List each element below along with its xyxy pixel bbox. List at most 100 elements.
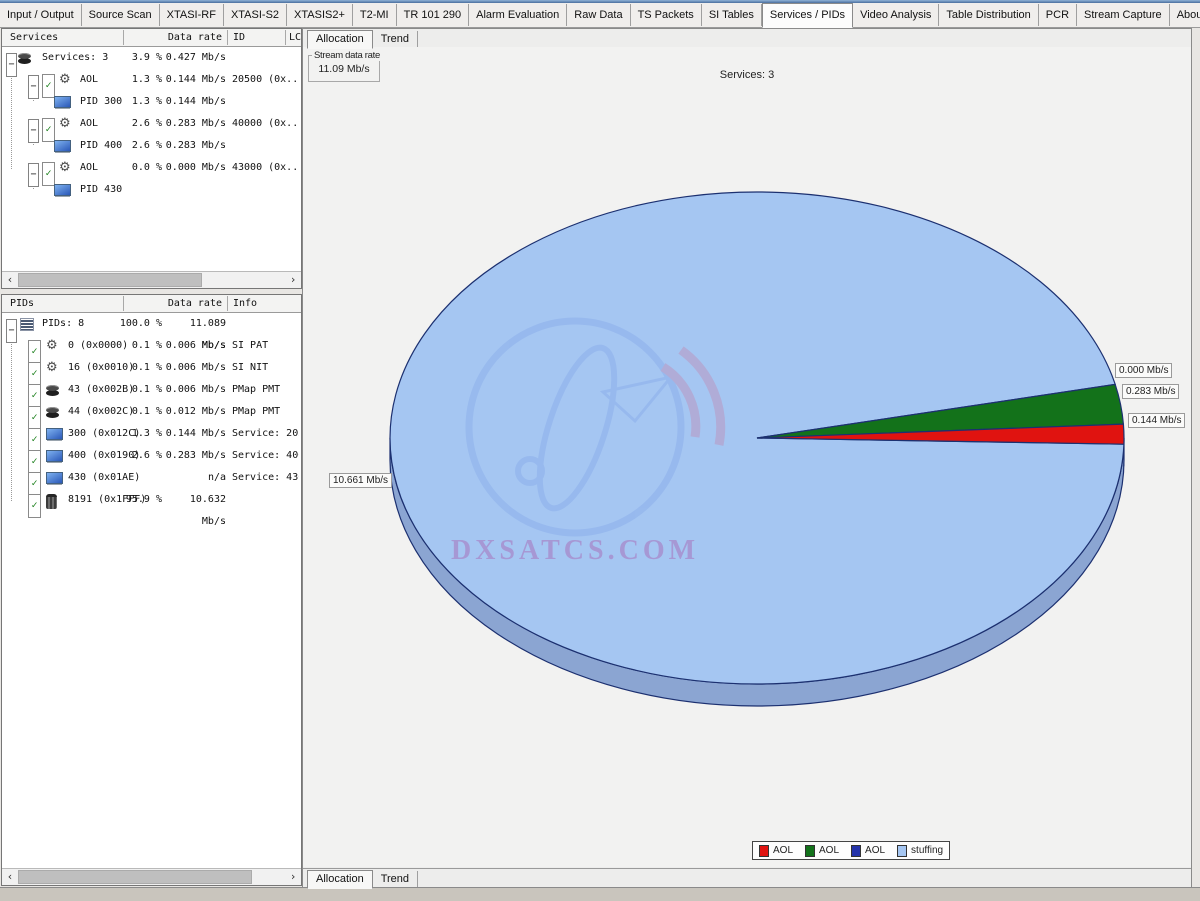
checkbox[interactable]: ✓ xyxy=(28,494,41,518)
row-rate: 0.283 Mb/s xyxy=(160,135,226,157)
tab-xtasi-s2[interactable]: XTASI-S2 xyxy=(224,4,287,26)
table-row[interactable]: PID 430 xyxy=(2,179,301,201)
tab-xtasis2plus[interactable]: XTASIS2+ xyxy=(287,4,353,26)
table-row[interactable]: − ✓ ⚙ AOL 1.3 % 0.144 Mb/s 20500 (0x... xyxy=(2,69,301,91)
tab-ts-packets[interactable]: TS Packets xyxy=(631,4,702,26)
row-rate: 0.012 Mb/s xyxy=(160,401,226,423)
table-row[interactable]: ✓ 300 (0x012C) 1.3 % 0.144 Mb/s Service:… xyxy=(2,423,301,445)
services-root-icon xyxy=(18,53,31,59)
row-info: PMap PMT xyxy=(232,379,299,401)
nit-gear-icon: ⚙ xyxy=(46,357,58,379)
callout-aol-green: 0.283 Mb/s xyxy=(1122,384,1179,399)
legend-swatch-green xyxy=(805,845,815,857)
pid-monitor-icon xyxy=(46,472,63,484)
row-label: AOL xyxy=(80,157,98,179)
legend-swatch-blue xyxy=(851,845,861,857)
table-row[interactable]: − Services: 3 3.9 % 0.427 Mb/s xyxy=(2,47,301,69)
tab-xtasi-rf[interactable]: XTASI-RF xyxy=(160,4,224,26)
row-percent: 1.3 % xyxy=(102,91,162,113)
scroll-right-button[interactable]: › xyxy=(285,869,301,885)
table-row[interactable]: − PIDs: 8 100.0 % 11.089 Mb/s xyxy=(2,313,301,335)
table-row[interactable]: ✓ 44 (0x002C) 0.1 % 0.012 Mb/s PMap PMT xyxy=(2,401,301,423)
column-separator[interactable] xyxy=(285,30,286,45)
callout-stuffing: 10.661 Mb/s xyxy=(329,473,392,488)
table-row[interactable]: PID 300 1.3 % 0.144 Mb/s xyxy=(2,91,301,113)
scroll-left-button[interactable]: ‹ xyxy=(2,272,18,288)
service-gear-icon: ⚙ xyxy=(59,157,71,179)
col-info[interactable]: Info xyxy=(233,295,293,312)
table-row[interactable]: ✓ ⚙ 0 (0x0000) 0.1 % 0.006 Mb/s SI PAT xyxy=(2,335,301,357)
tab-video-analysis[interactable]: Video Analysis xyxy=(853,4,939,26)
tab-allocation-bottom[interactable]: Allocation xyxy=(307,870,373,889)
pid-monitor-icon xyxy=(54,96,71,108)
row-percent: 100.0 % xyxy=(102,313,162,335)
pid-monitor-icon xyxy=(54,184,71,196)
stream-data-rate-box: Stream data rate 11.09 Mb/s xyxy=(308,55,380,82)
legend-label: AOL xyxy=(865,845,885,856)
col-pids[interactable]: PIDs xyxy=(10,295,120,312)
row-rate: 0.006 Mb/s xyxy=(160,335,226,357)
col-lc[interactable]: LC xyxy=(289,29,303,46)
tab-allocation[interactable]: Allocation xyxy=(307,30,373,49)
row-rate: 0.144 Mb/s xyxy=(160,423,226,445)
legend-label: stuffing xyxy=(911,845,943,856)
stuffing-trash-icon xyxy=(46,494,57,509)
col-data-rate[interactable]: Data rate xyxy=(124,295,222,312)
row-label: AOL xyxy=(80,69,98,91)
row-info: Service: 43000 ( xyxy=(232,467,299,489)
col-id[interactable]: ID xyxy=(233,29,281,46)
col-data-rate[interactable]: Data rate xyxy=(124,29,222,46)
tab-stream-capture[interactable]: Stream Capture xyxy=(1077,4,1170,26)
tab-raw-data[interactable]: Raw Data xyxy=(567,4,630,26)
col-services[interactable]: Services xyxy=(10,29,120,46)
table-row[interactable]: PID 400 2.6 % 0.283 Mb/s xyxy=(2,135,301,157)
tab-services-pids[interactable]: Services / PIDs xyxy=(762,3,853,28)
row-rate: 11.089 Mb/s xyxy=(160,313,226,335)
row-percent: 0.1 % xyxy=(102,401,162,423)
table-row[interactable]: ✓ 43 (0x002B) 0.1 % 0.006 Mb/s PMap PMT xyxy=(2,379,301,401)
status-bar xyxy=(0,887,1200,901)
row-percent: 0.1 % xyxy=(102,357,162,379)
table-row[interactable]: ✓ 8191 (0x1FFF) 95.9 % 10.632 Mb/s xyxy=(2,489,301,511)
row-id: 20500 (0x... xyxy=(232,69,299,91)
tab-pcr[interactable]: PCR xyxy=(1039,4,1077,26)
tab-trend-bottom[interactable]: Trend xyxy=(373,871,418,888)
pids-hscrollbar[interactable]: ‹ › xyxy=(2,868,301,885)
scroll-thumb[interactable] xyxy=(18,273,202,287)
chart-legend: AOL AOL AOL stuffing xyxy=(752,841,950,860)
tab-tr-101-290[interactable]: TR 101 290 xyxy=(397,4,469,26)
tab-si-tables[interactable]: SI Tables xyxy=(702,4,762,26)
column-separator[interactable] xyxy=(227,296,228,311)
scroll-right-button[interactable]: › xyxy=(285,272,301,288)
pie-chart: DXSATCS.COM xyxy=(303,47,1191,867)
legend-swatch-red xyxy=(759,845,769,857)
table-row[interactable]: − ✓ ⚙ AOL 2.6 % 0.283 Mb/s 40000 (0x... xyxy=(2,113,301,135)
row-info: SI PAT xyxy=(232,335,299,357)
services-panel: Services Data rate ID LC − Services: 3 3… xyxy=(1,28,302,289)
tab-input-output[interactable]: Input / Output xyxy=(0,4,82,26)
tab-source-scan[interactable]: Source Scan xyxy=(82,4,160,26)
tab-table-distribution[interactable]: Table Distribution xyxy=(939,4,1038,26)
row-label: AOL xyxy=(80,113,98,135)
chart-tabs-bottom: AllocationTrend xyxy=(303,868,1191,888)
column-separator[interactable] xyxy=(123,30,124,45)
services-hscrollbar[interactable]: ‹ › xyxy=(2,271,301,288)
tab-about[interactable]: About xyxy=(1170,4,1200,26)
watermark-text: DXSATCS.COM xyxy=(451,535,699,566)
row-percent: 0.1 % xyxy=(102,335,162,357)
stream-data-rate-value: 11.09 Mb/s xyxy=(309,63,379,75)
table-row[interactable]: ✓ ⚙ 16 (0x0010) 0.1 % 0.006 Mb/s SI NIT xyxy=(2,357,301,379)
tab-alarm-evaluation[interactable]: Alarm Evaluation xyxy=(469,4,567,26)
table-row[interactable]: ✓ 400 (0x0190) 2.6 % 0.283 Mb/s Service:… xyxy=(2,445,301,467)
row-info: SI NIT xyxy=(232,357,299,379)
column-separator[interactable] xyxy=(123,296,124,311)
tab-trend[interactable]: Trend xyxy=(373,31,418,48)
column-separator[interactable] xyxy=(227,30,228,45)
scroll-left-button[interactable]: ‹ xyxy=(2,869,18,885)
table-row[interactable]: − ✓ ⚙ AOL 0.0 % 0.000 Mb/s 43000 (0x... xyxy=(2,157,301,179)
pid-monitor-icon xyxy=(54,140,71,152)
table-row[interactable]: ✓ 430 (0x01AE) n/a Service: 43000 ( xyxy=(2,467,301,489)
tab-t2-mi[interactable]: T2-MI xyxy=(353,4,397,26)
row-info: Service: 40000 ( xyxy=(232,445,299,467)
scroll-thumb[interactable] xyxy=(18,870,252,884)
